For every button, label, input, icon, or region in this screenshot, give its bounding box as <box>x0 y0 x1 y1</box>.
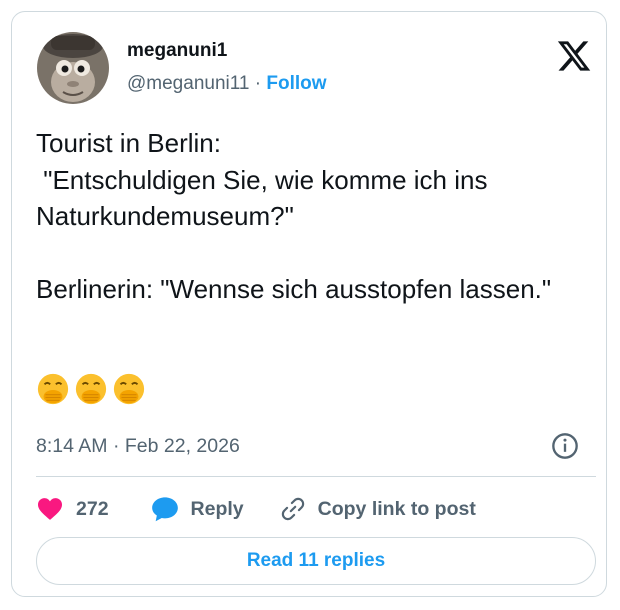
tweet-text: Tourist in Berlin: "Entschuldigen Sie, w… <box>36 128 552 304</box>
copy-link-button[interactable]: Copy link to post <box>280 496 476 522</box>
heart-icon <box>38 498 62 520</box>
info-icon[interactable] <box>551 432 579 460</box>
follow-button[interactable]: Follow <box>266 73 326 94</box>
face-with-hand-over-mouth-icon <box>75 373 107 405</box>
copy-link-label: Copy link to post <box>317 497 476 520</box>
avatar[interactable] <box>37 32 109 104</box>
author-handle-row: @meganuni11 · Follow <box>127 73 327 95</box>
divider <box>36 476 596 477</box>
link-icon <box>281 497 304 521</box>
read-replies-button[interactable]: Read 11 replies <box>36 537 596 585</box>
speech-bubble-icon <box>151 497 178 522</box>
tweet-timestamp[interactable]: 8:14 AM · Feb 22, 2026 <box>36 434 240 458</box>
handle-separator: · <box>254 73 262 94</box>
reply-label: Reply <box>190 497 244 520</box>
reply-button[interactable]: Reply <box>151 496 244 522</box>
like-count: 272 <box>76 497 109 520</box>
tweet-card: meganuni1 @meganuni11 · Follow Tourist i… <box>11 11 607 597</box>
x-logo-icon[interactable] <box>555 38 593 74</box>
author-display-name[interactable]: meganuni1 <box>127 40 227 62</box>
emoji-row <box>36 372 146 416</box>
action-bar: 272 Reply Copy link to post <box>36 494 476 524</box>
like-button[interactable]: 272 <box>36 497 109 521</box>
author-handle[interactable]: @meganuni11 <box>127 73 249 94</box>
face-with-hand-over-mouth-icon <box>37 373 69 405</box>
face-with-hand-over-mouth-icon <box>113 373 145 405</box>
